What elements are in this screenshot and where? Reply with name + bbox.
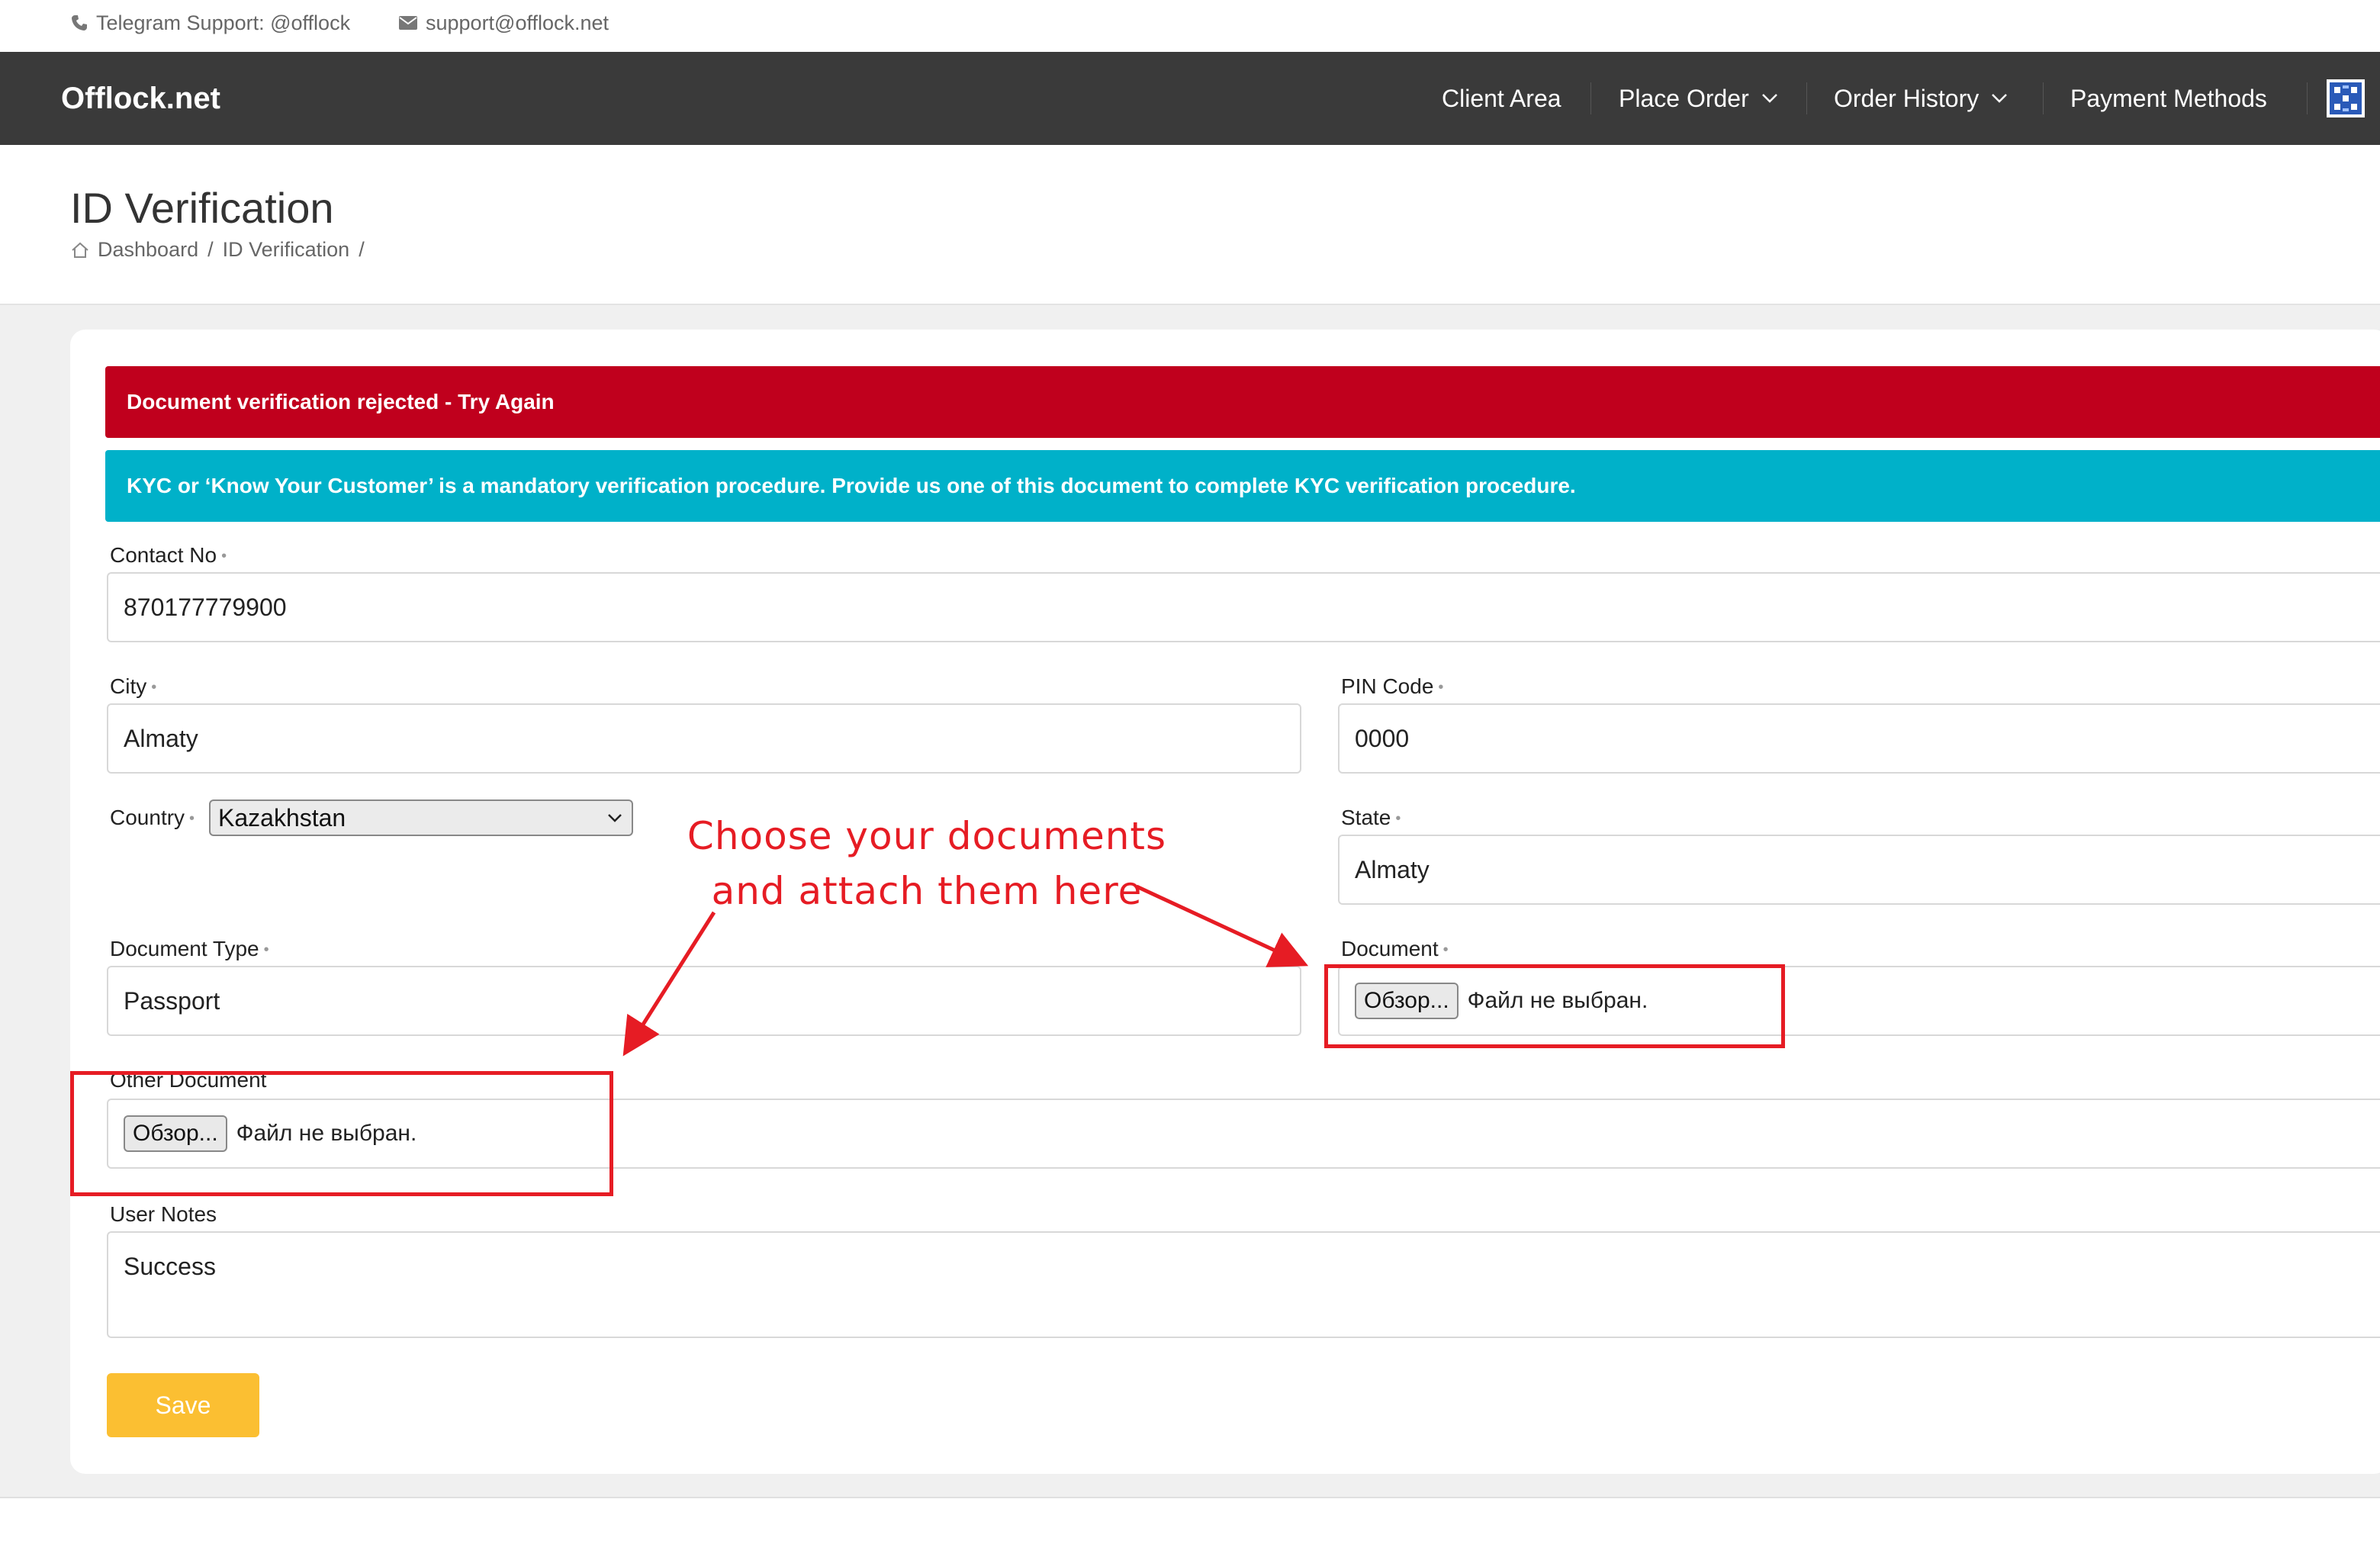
annotation-arrows xyxy=(622,884,1309,1057)
arrow-to-document xyxy=(1135,884,1309,967)
footer-area xyxy=(0,1498,2380,1541)
arrow-to-other-document xyxy=(622,911,716,1057)
